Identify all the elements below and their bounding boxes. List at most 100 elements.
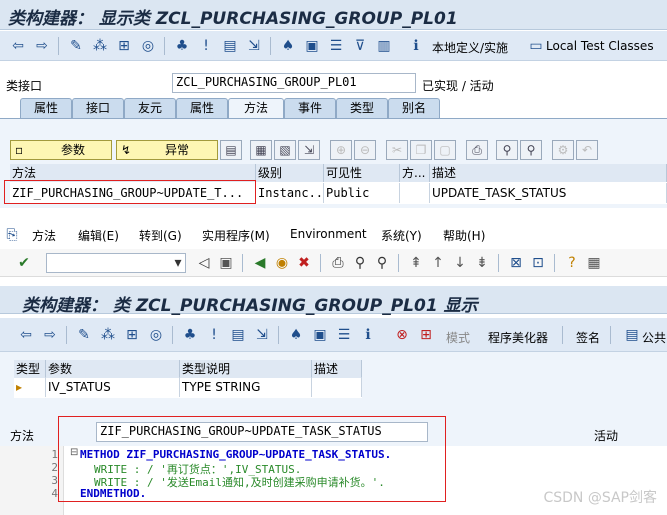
redefine-icon[interactable]: ⊕ — [330, 140, 352, 160]
col-header-level[interactable]: 级别 — [256, 164, 324, 182]
col-header-method-type[interactable]: 方... — [400, 164, 430, 182]
param-typing-cell[interactable]: TYPE STRING — [180, 377, 312, 397]
menu-utilities[interactable]: 实用程序(M) — [202, 227, 270, 244]
menu-edit[interactable]: 编辑(E) — [78, 227, 119, 244]
paste-icon[interactable]: ▢ — [434, 140, 456, 160]
list-icon[interactable]: ☰ — [328, 38, 344, 54]
pretty-printer-button[interactable]: 程序美化器 — [488, 329, 548, 346]
col-header-visibility[interactable]: 可见性 — [324, 164, 400, 182]
navigation-window-icon[interactable]: ⇲ — [254, 327, 270, 343]
pattern-button[interactable]: 模式 — [446, 329, 470, 346]
enter-check-icon[interactable]: ✔ — [16, 255, 32, 271]
prev-page-icon[interactable]: ↑ — [430, 255, 446, 271]
inherit-icon[interactable]: ▣ — [304, 38, 320, 54]
list-icon[interactable]: ☰ — [336, 327, 352, 343]
parameters-button[interactable]: ▫ 参数 — [10, 140, 112, 160]
find-next-icon[interactable]: ⚲ — [520, 140, 542, 160]
level-cell[interactable]: Instanc... — [256, 183, 324, 203]
hierarchy-icon[interactable]: ♣ — [182, 327, 198, 343]
help-icon[interactable]: ? — [564, 255, 580, 271]
where-used-icon[interactable]: ! — [198, 38, 214, 54]
source-code-icon[interactable]: ▤ — [220, 140, 242, 160]
chevron-down-icon[interactable]: ▾ — [170, 255, 186, 271]
tab-interfaces[interactable]: 接口 — [72, 98, 124, 118]
test-icon[interactable]: ◎ — [148, 327, 164, 343]
col-header-type[interactable]: 类型 — [14, 360, 46, 378]
activate-icon[interactable]: ⊞ — [124, 327, 140, 343]
col-header-param-description[interactable]: 描述 — [312, 360, 362, 378]
hierarchy-icon[interactable]: ♣ — [174, 38, 190, 54]
navigation-window-icon[interactable]: ⇲ — [246, 38, 262, 54]
back-arrow-icon[interactable]: ⇦ — [10, 38, 26, 54]
print-icon[interactable]: ⎙ — [466, 140, 488, 160]
menu-system[interactable]: 系统(Y) — [381, 227, 422, 244]
tab-aliases[interactable]: 别名 — [388, 98, 440, 118]
local-definitions-button[interactable]: 本地定义/实施 — [432, 39, 508, 56]
forward-arrow-icon[interactable]: ⇨ — [42, 327, 58, 343]
menu-method[interactable]: 方法 — [32, 227, 56, 244]
inherit-icon[interactable]: ▣ — [312, 327, 328, 343]
find-icon[interactable]: ⚲ — [496, 140, 518, 160]
param-type-cell[interactable]: ▸ — [14, 377, 46, 397]
edit-toggle-icon[interactable]: ✎ — [68, 38, 84, 54]
tab-types[interactable]: 类型 — [336, 98, 388, 118]
info-icon[interactable]: ℹ — [360, 327, 376, 343]
scissors-icon[interactable]: ✂ — [386, 140, 408, 160]
pattern-icon[interactable]: ⊗ — [394, 327, 410, 343]
test-icon[interactable]: ◎ — [140, 38, 156, 54]
tab-friends[interactable]: 友元 — [124, 98, 176, 118]
display-object-list-icon[interactable]: ▤ — [222, 38, 238, 54]
public-section-button[interactable]: 公共 — [642, 329, 666, 346]
menu-help[interactable]: 帮助(H) — [443, 227, 485, 244]
copy-icon[interactable]: ❐ — [410, 140, 432, 160]
layout-menu-icon[interactable]: ▦ — [586, 255, 602, 271]
display-object-list-icon[interactable]: ▤ — [230, 327, 246, 343]
undo-icon[interactable]: ↶ — [576, 140, 598, 160]
tab-events[interactable]: 事件 — [284, 98, 336, 118]
where-used-icon[interactable]: ! — [206, 327, 222, 343]
new-session-icon[interactable]: ⊠ — [508, 255, 524, 271]
visibility-cell[interactable]: Public — [324, 183, 400, 203]
find-icon[interactable]: ⚲ — [352, 255, 368, 271]
last-page-icon[interactable]: ⇟ — [474, 255, 490, 271]
back-arrow-icon[interactable]: ⇦ — [18, 327, 34, 343]
undo-redefine-icon[interactable]: ⊖ — [354, 140, 376, 160]
edit-toggle-icon[interactable]: ✎ — [76, 327, 92, 343]
activate-icon[interactable]: ⊞ — [116, 38, 132, 54]
tab-attributes[interactable]: 属性 — [20, 98, 72, 118]
check-icon[interactable]: ⁂ — [92, 38, 108, 54]
detail-icon[interactable]: ⚙ — [552, 140, 574, 160]
param-desc-cell[interactable] — [312, 377, 362, 397]
next-page-icon[interactable]: ↓ — [452, 255, 468, 271]
menu-icon[interactable]: ⎘ — [4, 227, 20, 243]
method-type-cell[interactable] — [400, 183, 430, 203]
copy-row-icon[interactable]: ▧ — [274, 140, 296, 160]
menu-goto[interactable]: 转到(G) — [139, 227, 182, 244]
back-icon[interactable]: ◀ — [252, 255, 268, 271]
cut-row-icon[interactable]: ▦ — [250, 140, 272, 160]
collapse-icon[interactable]: ◁ — [196, 255, 212, 271]
menu-environment[interactable]: Environment — [290, 227, 367, 241]
cancel-icon[interactable]: ✖ — [296, 255, 312, 271]
command-field[interactable] — [46, 253, 186, 273]
description-cell[interactable]: UPDATE_TASK_STATUS — [430, 183, 667, 203]
template-icon[interactable]: ⊞ — [418, 327, 434, 343]
exceptions-button[interactable]: ↯ 异常 — [116, 140, 218, 160]
shortcut-icon[interactable]: ⊡ — [530, 255, 546, 271]
first-page-icon[interactable]: ⇞ — [408, 255, 424, 271]
class-tree-icon[interactable]: ♠ — [288, 327, 304, 343]
find-next-icon[interactable]: ⚲ — [374, 255, 390, 271]
col-header-description[interactable]: 描述 — [430, 164, 667, 182]
col-header-type-spec[interactable]: 类型说明 — [180, 360, 312, 378]
save-icon[interactable]: ▣ — [218, 255, 234, 271]
signature-button[interactable]: 签名 — [576, 329, 600, 346]
filter-icon[interactable]: ⊽ — [352, 38, 368, 54]
documentation-icon[interactable]: ▥ — [376, 38, 392, 54]
print-icon[interactable]: ⎙ — [330, 255, 346, 271]
class-interface-field[interactable]: ZCL_PURCHASING_GROUP_PL01 — [172, 73, 416, 93]
tab-properties[interactable]: 属性 — [176, 98, 228, 118]
local-test-classes-button[interactable]: Local Test Classes — [546, 39, 654, 53]
tab-methods[interactable]: 方法 — [228, 98, 284, 118]
col-header-parameter[interactable]: 参数 — [46, 360, 180, 378]
class-tree-icon[interactable]: ♠ — [280, 38, 296, 54]
